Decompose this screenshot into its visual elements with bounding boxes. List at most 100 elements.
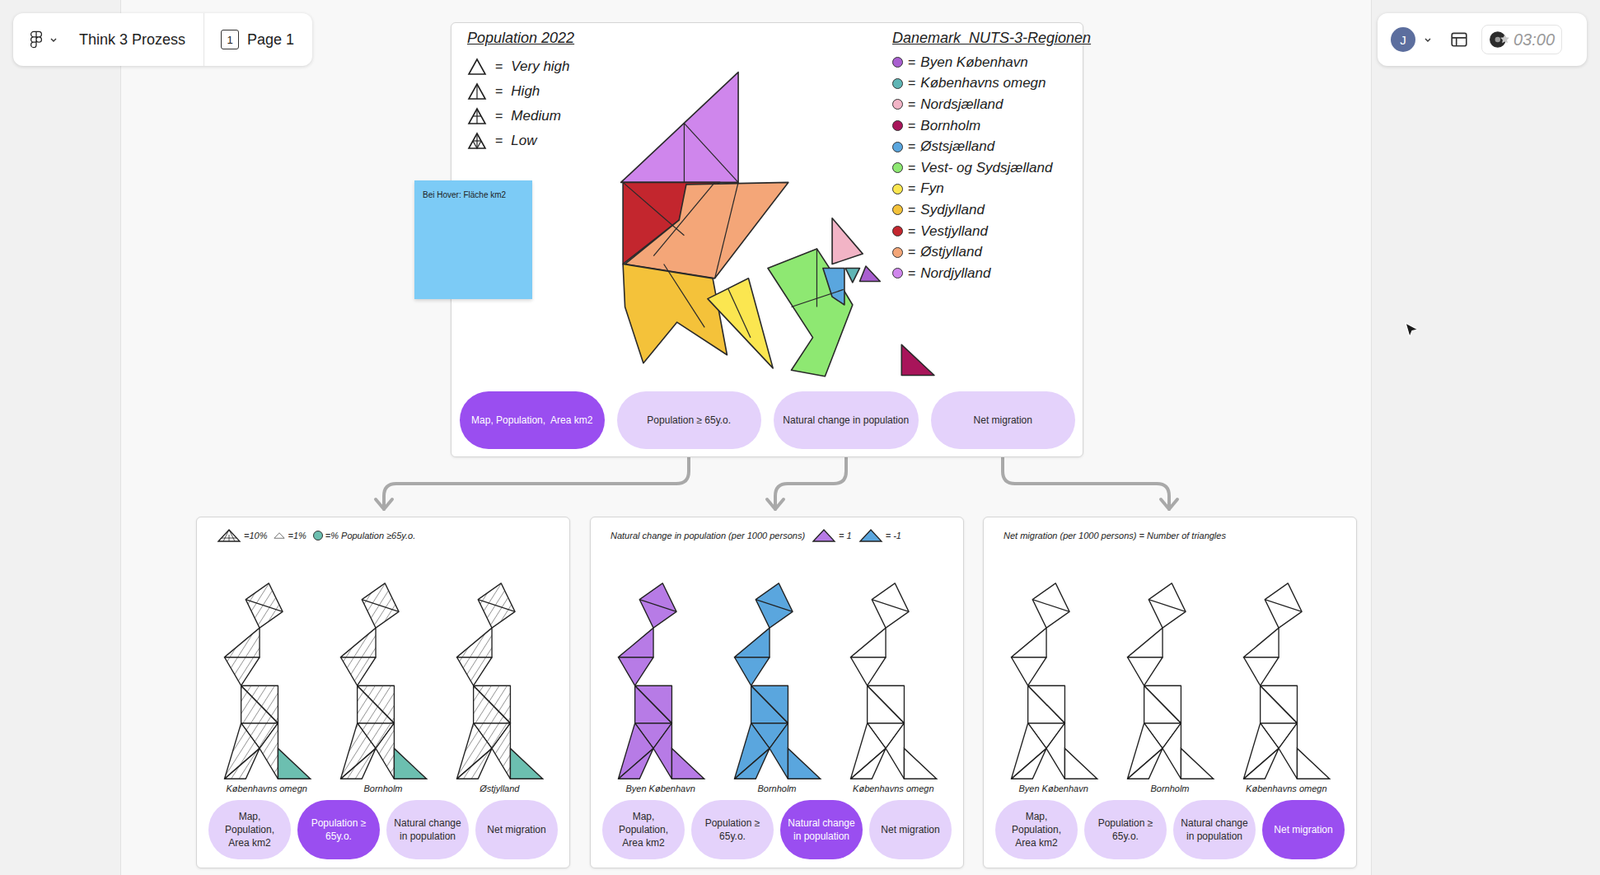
map-line	[664, 263, 706, 328]
person-figure	[1123, 579, 1217, 782]
region-dot	[892, 267, 903, 279]
view-tab[interactable]: Net migration	[475, 800, 558, 860]
view-tab[interactable]: Net migration	[930, 391, 1077, 450]
population-level: = Very high	[467, 56, 575, 77]
triangle-level-icon	[467, 107, 487, 126]
timer-text: 03:00	[1513, 30, 1555, 50]
legend-title: Population 2022	[467, 29, 575, 47]
region-shape[interactable]	[823, 267, 845, 305]
figure-label: Bornholm	[363, 783, 403, 794]
file-toolbar: Think 3 Prozess 1 Page 1	[13, 13, 313, 66]
tangram-figure[interactable]: Københavns omegn	[843, 579, 943, 794]
region-shape[interactable]	[767, 248, 853, 377]
legend-title: Danemark NUTS-3-Regionen	[892, 29, 1076, 47]
tangram-figure[interactable]: Østjylland	[449, 579, 549, 794]
person-figure	[453, 579, 546, 782]
region-shape[interactable]	[832, 218, 863, 265]
timer[interactable]: 03:00	[1481, 24, 1563, 55]
connector	[1002, 453, 1170, 510]
connector	[383, 453, 689, 510]
region-shape[interactable]	[625, 182, 789, 278]
tangram-figure[interactable]: Københavns omegn	[217, 579, 317, 794]
caption-legend-item: = 1	[811, 528, 852, 543]
view-tab[interactable]: Map, Population, Area km2	[995, 800, 1078, 860]
map-line	[622, 182, 684, 235]
region-item: = Vest- og Sydsjælland	[892, 157, 1076, 179]
view-tab[interactable]: Population ≥ 65y.o.	[691, 800, 774, 860]
region-dot	[892, 141, 903, 153]
figma-logo-icon	[29, 29, 43, 50]
view-tab[interactable]: Population ≥ 65y.o.	[297, 800, 380, 860]
tangram-figure[interactable]: Københavns omegn	[1236, 579, 1336, 794]
overview-card[interactable]: Population 2022 = Very high = High = Med…	[450, 22, 1084, 458]
region-item: = Københavns omegn	[892, 73, 1076, 95]
triangle-icon	[858, 528, 884, 543]
map-line	[683, 123, 739, 183]
view-tab[interactable]: Net migration	[1262, 800, 1345, 860]
person-figure	[336, 579, 430, 782]
main-menu-button[interactable]: Think 3 Prozess	[13, 13, 204, 66]
region-shape[interactable]	[621, 72, 739, 183]
person-figure	[1239, 579, 1333, 782]
view-tab[interactable]: Net migration	[869, 800, 952, 860]
file-name[interactable]: Think 3 Prozess	[79, 31, 186, 49]
figure-label: Byen København	[1018, 783, 1088, 794]
view-tabs: Map, Population, Area km2Population ≥ 65…	[995, 800, 1345, 860]
user-avatar[interactable]: J	[1390, 27, 1416, 52]
region-shape[interactable]	[707, 278, 773, 369]
page-button[interactable]: 1 Page 1	[204, 13, 313, 66]
population-level: = Medium	[467, 106, 575, 127]
view-tab[interactable]: Natural change in population	[773, 391, 919, 450]
map-line	[728, 288, 751, 337]
collab-toolbar: J 03:00	[1377, 13, 1587, 66]
view-tabs: Map, Population, Area km2Population ≥ 65…	[208, 800, 558, 860]
tangram-figure[interactable]: Bornholm	[333, 579, 433, 794]
detail-card[interactable]: Net migration (per 1000 persons) = Numbe…	[982, 516, 1357, 869]
view-tab[interactable]: Map, Population, Area km2	[208, 800, 291, 860]
view-tab[interactable]: Map, Population, Area km2	[459, 391, 605, 450]
region-dot	[892, 204, 903, 216]
tangram-figure[interactable]: Bornholm	[727, 579, 827, 794]
view-tab[interactable]: Natural change in population	[1173, 800, 1256, 860]
figure-label: Byen København	[625, 783, 695, 794]
caption-legend-item: =10%	[216, 528, 267, 543]
map-line	[715, 182, 739, 278]
region-shape[interactable]	[845, 267, 860, 282]
chevron-down-icon[interactable]	[1423, 35, 1432, 44]
region-item: = Østjylland	[892, 241, 1076, 263]
figure-row: Københavns omegn Bornholm Østjylland	[208, 545, 558, 800]
view-tab[interactable]: Population ≥ 65y.o.	[617, 391, 763, 450]
view-tab[interactable]: Natural change in population	[780, 800, 863, 860]
region-item: = Sydjylland	[892, 199, 1076, 221]
detail-card[interactable]: Natural change in population (per 1000 p…	[589, 516, 964, 869]
view-tab[interactable]: Map, Population, Area km2	[602, 800, 685, 860]
triangle-icon	[811, 528, 837, 543]
person-figure	[1007, 579, 1100, 782]
tangram-figure[interactable]: Bornholm	[1120, 579, 1220, 794]
caption-legend-item: =% Population ≥65y.o.	[313, 530, 417, 541]
tangram-figure[interactable]: Byen København	[1004, 579, 1104, 794]
view-tab[interactable]: Natural change in population	[386, 800, 469, 860]
region-shape[interactable]	[901, 344, 935, 375]
share-dot-icon	[313, 530, 323, 541]
view-tabs: Map, Population, Area km2Population ≥ 65…	[602, 800, 952, 860]
figjam-page: Think 3 Prozess 1 Page 1 J 03:00 Populat…	[0, 0, 1600, 875]
map-line	[790, 289, 843, 307]
view-tab[interactable]: Population ≥ 65y.o.	[1084, 800, 1167, 860]
detail-card[interactable]: =10% =1% =% Population ≥65y.o. København…	[196, 516, 571, 869]
region-item: = Nordjylland	[892, 262, 1076, 285]
sticky-note[interactable]: Bei Hover: Fläche km2	[414, 180, 533, 300]
region-shape[interactable]	[859, 266, 880, 282]
region-shape[interactable]	[622, 263, 727, 363]
triangle-level-icon	[467, 131, 487, 150]
connector	[775, 453, 847, 510]
caption-title: Natural change in population (per 1000 p…	[610, 530, 805, 541]
view-tabs: Map, Population, Area km2Population ≥ 65…	[459, 391, 1076, 450]
region-item: = Vestjylland	[892, 220, 1076, 243]
chevron-down-icon	[49, 35, 58, 44]
figure-label: Københavns omegn	[852, 783, 934, 794]
layout-icon[interactable]	[1450, 30, 1469, 49]
region-item: = Bornholm	[892, 115, 1076, 137]
triangle-level-icon	[467, 82, 487, 101]
tangram-figure[interactable]: Byen København	[611, 579, 711, 794]
